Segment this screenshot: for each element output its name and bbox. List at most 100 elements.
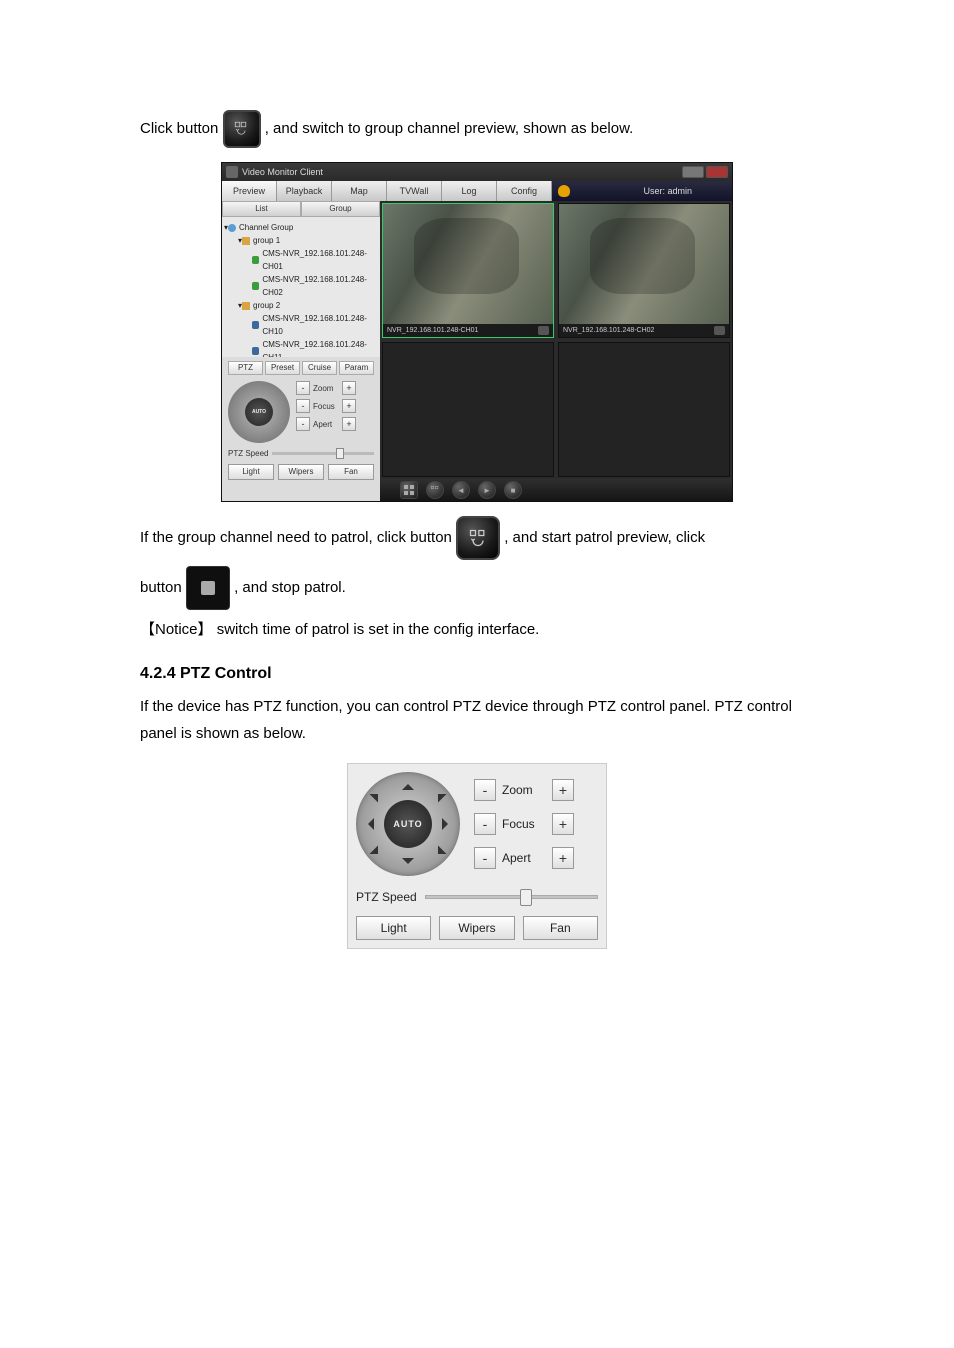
ptz-down-button[interactable] [402, 858, 414, 870]
ptz-auto-button[interactable]: AUTO [384, 800, 432, 848]
minimize-button[interactable] [682, 166, 704, 178]
prev-button[interactable]: ◄ [452, 481, 470, 499]
record-icon[interactable] [538, 326, 549, 335]
folder-icon [242, 302, 250, 310]
slider-thumb[interactable] [520, 889, 532, 906]
zoom-label: Zoom [313, 384, 339, 393]
ptz-tab-ptz[interactable]: PTZ [228, 361, 263, 375]
ptz-dpad: AUTO [356, 772, 460, 876]
fan-button[interactable]: Fan [523, 916, 598, 940]
zoom-label: Zoom [502, 783, 546, 797]
ptz-panel-large: AUTO - Zoom + - Focus + - Apert + [347, 763, 607, 949]
focus-label: Focus [502, 817, 546, 831]
user-icon [558, 185, 570, 197]
ptz-upright-button[interactable] [430, 786, 447, 803]
wipers-button[interactable]: Wipers [439, 916, 514, 940]
user-label: User: admin [643, 186, 692, 196]
fan-button[interactable]: Fan [328, 464, 374, 480]
window-title: Video Monitor Client [242, 167, 323, 177]
paragraph-patrol: If the group channel need to patrol, cli… [140, 516, 814, 560]
video-tile-1[interactable]: NVR_192.168.101.248-CH01 [382, 203, 554, 338]
focus-out-button[interactable]: - [296, 399, 310, 413]
tree-group-2[interactable]: ▾ group 2 [224, 299, 378, 312]
ptz-speed-slider[interactable] [425, 895, 598, 899]
sidebar-tab-group[interactable]: Group [301, 201, 380, 217]
tab-playback[interactable]: Playback [277, 181, 332, 201]
layout-button[interactable] [400, 481, 418, 499]
apert-label: Apert [502, 851, 546, 865]
tab-config[interactable]: Config [497, 181, 552, 201]
light-button[interactable]: Light [356, 916, 431, 940]
camera-icon [252, 347, 259, 355]
patrol-stop-icon [186, 566, 230, 610]
ptz-panel-mini: PTZ Preset Cruise Param AUTO -Zoom+ -Foc… [222, 357, 380, 501]
notice-paragraph: 【Notice】 switch time of patrol is set in… [140, 616, 814, 643]
group-patrol-button[interactable] [426, 481, 444, 499]
focus-out-button[interactable]: - [474, 813, 496, 835]
video-feed [383, 204, 553, 324]
ptz-upleft-button[interactable] [370, 786, 387, 803]
light-button[interactable]: Light [228, 464, 274, 480]
tab-map[interactable]: Map [332, 181, 387, 201]
video-tile-2[interactable]: NVR_192.168.101.248-CH02 [558, 203, 730, 338]
paragraph-patrol-2: button , and stop patrol. [140, 566, 814, 610]
tree-item[interactable]: CMS-NVR_192.168.101.248-CH01 [224, 247, 378, 273]
ptz-tab-param[interactable]: Param [339, 361, 374, 375]
video-label: NVR_192.168.101.248-CH01 [387, 327, 478, 334]
camera-icon [252, 321, 259, 329]
ptz-left-button[interactable] [362, 818, 374, 830]
ptz-tab-cruise[interactable]: Cruise [302, 361, 337, 375]
apert-in-button[interactable]: + [342, 417, 356, 431]
patrol-start-icon [456, 516, 500, 560]
close-button[interactable] [706, 166, 728, 178]
ptz-up-button[interactable] [402, 778, 414, 790]
ptz-auto-button[interactable]: AUTO [245, 398, 273, 426]
ptz-tab-preset[interactable]: Preset [265, 361, 300, 375]
focus-in-button[interactable]: + [342, 399, 356, 413]
text-after-icon: , and switch to group channel preview, s… [265, 120, 634, 137]
tab-preview[interactable]: Preview [222, 181, 277, 201]
ptz-right-button[interactable] [442, 818, 454, 830]
stop-button[interactable]: ■ [504, 481, 522, 499]
section-heading-ptz: 4.2.4 PTZ Control [140, 665, 814, 683]
tree-root[interactable]: ▾ Channel Group [224, 221, 378, 234]
ptz-downright-button[interactable] [430, 846, 447, 863]
app-window: Video Monitor Client Preview Playback Ma… [221, 162, 733, 502]
zoom-in-button[interactable]: + [552, 779, 574, 801]
ptz-downleft-button[interactable] [370, 846, 387, 863]
ptz-speed-label: PTZ Speed [356, 890, 417, 904]
world-icon [228, 224, 236, 232]
apert-out-button[interactable]: - [296, 417, 310, 431]
folder-icon [242, 237, 250, 245]
tree-item[interactable]: CMS-NVR_192.168.101.248-CH02 [224, 273, 378, 299]
focus-in-button[interactable]: + [552, 813, 574, 835]
app-icon [226, 166, 238, 178]
zoom-out-button[interactable]: - [474, 779, 496, 801]
tree-group-1[interactable]: ▾ group 1 [224, 234, 378, 247]
record-icon[interactable] [714, 326, 725, 335]
focus-label: Focus [313, 402, 339, 411]
titlebar: Video Monitor Client [222, 163, 732, 181]
ptz-speed-slider[interactable] [272, 452, 374, 455]
tree-item[interactable]: CMS-NVR_192.168.101.248-CH11 [224, 338, 378, 357]
ptz-intro-paragraph: If the device has PTZ function, you can … [140, 693, 814, 747]
wipers-button[interactable]: Wipers [278, 464, 324, 480]
ptz-dpad[interactable]: AUTO [228, 381, 290, 443]
camera-icon [252, 256, 259, 264]
apert-out-button[interactable]: - [474, 847, 496, 869]
apert-in-button[interactable]: + [552, 847, 574, 869]
tab-log[interactable]: Log [442, 181, 497, 201]
zoom-in-button[interactable]: + [342, 381, 356, 395]
tree-item[interactable]: CMS-NVR_192.168.101.248-CH10 [224, 312, 378, 338]
sidebar: List Group ▾ Channel Group ▾ group 1 CMS… [222, 201, 380, 501]
next-button[interactable]: ► [478, 481, 496, 499]
zoom-out-button[interactable]: - [296, 381, 310, 395]
main-menu: Preview Playback Map TVWall Log Config U… [222, 181, 732, 201]
tab-tvwall[interactable]: TVWall [387, 181, 442, 201]
video-feed [559, 204, 729, 324]
video-tile-3[interactable] [382, 342, 554, 477]
channel-tree: ▾ Channel Group ▾ group 1 CMS-NVR_192.16… [222, 217, 380, 357]
video-tile-4[interactable] [558, 342, 730, 477]
ptz-speed-label: PTZ Speed [228, 449, 268, 458]
sidebar-tab-list[interactable]: List [222, 201, 301, 217]
